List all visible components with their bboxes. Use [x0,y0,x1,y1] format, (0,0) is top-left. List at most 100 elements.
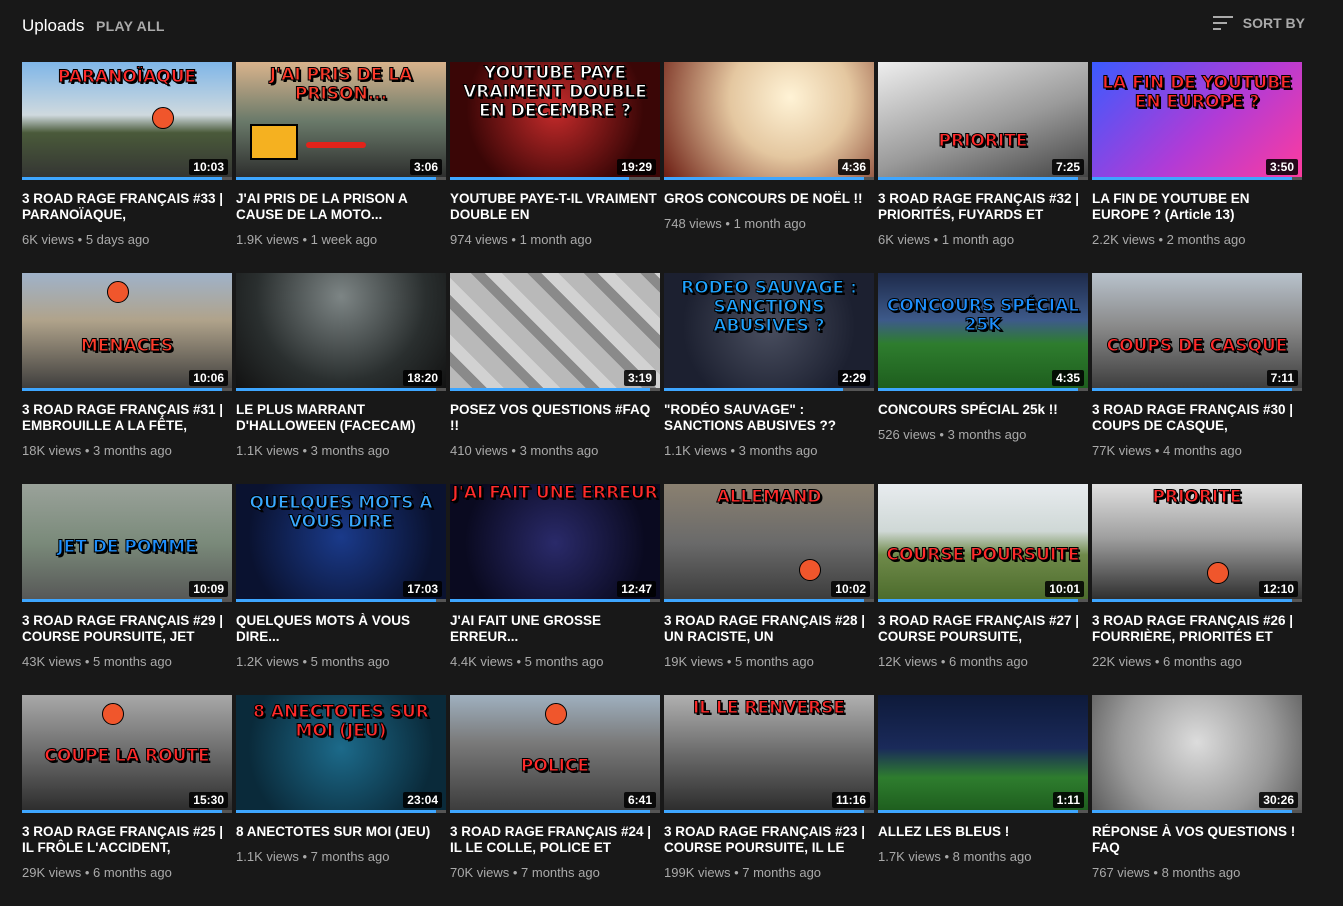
view-count: 70K views [450,865,510,880]
video-thumbnail[interactable]: COUPE LA ROUTE 15:30 [22,695,232,813]
watch-progress-fill [878,599,1078,602]
upload-age: 5 months ago [524,654,604,669]
upload-age: 3 months ago [947,427,1027,442]
watch-progress-bar [878,810,1088,813]
video-title[interactable]: J'AI FAIT UNE GROSSE ERREUR... [450,613,660,645]
video-card[interactable]: COUPS DE CASQUE 7:11 3 ROAD RAGE FRANÇAIS … [1092,273,1302,484]
upload-age: 3 months ago [93,443,172,458]
video-title[interactable]: J'AI PRIS DE LA PRISON A CAUSE DE LA MOT… [236,191,446,223]
video-thumbnail[interactable]: MENACES 10:06 [22,273,232,391]
video-card[interactable]: QUELQUES MOTS À VOUS DIRE 17:03 QUELQUES M… [236,484,446,695]
video-card[interactable]: RODEO SAUVAGE : SANCTIONS ABUSIVES ? 2:29… [664,273,874,484]
play-all-button[interactable]: PLAY ALL [96,18,165,34]
video-title[interactable]: CONCOURS SPÉCIAL 25k !! [878,402,1088,418]
video-card[interactable]: PARANOÏAQUE 10:03 3 ROAD RAGE FRANÇAIS #33… [22,62,232,273]
watch-progress-fill [878,388,1078,391]
video-card[interactable]: MENACES 10:06 3 ROAD RAGE FRANÇAIS #31 | E… [22,273,232,484]
video-thumbnail[interactable]: 8 ANECTOTES SUR MOI (JEU) 23:04 [236,695,446,813]
video-title[interactable]: 3 ROAD RAGE FRANÇAIS #30 | COUPS DE CASQ… [1092,402,1302,434]
watch-progress-fill [878,810,1078,813]
upload-age: 5 days ago [85,232,150,247]
video-title[interactable]: 8 ANECTOTES SUR MOI (JEU) [236,824,446,840]
video-thumbnail[interactable]: COURSE POURSUITE 10:01 [878,484,1088,602]
video-title[interactable]: 3 ROAD RAGE FRANÇAIS #25 | IL FRÔLE L'AC… [22,824,232,856]
separator-dot: • [298,443,311,458]
video-title[interactable]: 3 ROAD RAGE FRANÇAIS #23 | COURSE POURSU… [664,824,874,856]
video-thumbnail[interactable]: POLICE 6:41 [450,695,660,813]
view-count: 410 views [450,443,508,458]
sort-by-button[interactable]: SORT BY [1212,15,1305,31]
video-thumbnail[interactable]: 1:11 [878,695,1088,813]
video-card[interactable]: CONCOURS SPÉCIAL 25K 4:35 CONCOURS SPÉCIAL… [878,273,1088,484]
view-count: 1.1K views [236,849,299,864]
video-title[interactable]: LA FIN DE YOUTUBE EN EUROPE ? (Article 1… [1092,191,1302,223]
video-card[interactable]: LA FIN DE YOUTUBE EN EUROPE ? 3:50 LA FIN … [1092,62,1302,273]
view-count: 1.2K views [236,654,299,669]
video-thumbnail[interactable]: PRIORITE 7:25 [878,62,1088,180]
video-title[interactable]: "RODÉO SAUVAGE" : SANCTIONS ABUSIVES ?? [664,402,874,434]
video-title[interactable]: QUELQUES MOTS À VOUS DIRE... [236,613,446,645]
video-thumbnail[interactable]: J'AI PRIS DE LA PRISON... 3:06 [236,62,446,180]
video-thumbnail[interactable]: COUPS DE CASQUE 7:11 [1092,273,1302,391]
video-title[interactable]: 3 ROAD RAGE FRANÇAIS #26 | FOURRIÈRE, PR… [1092,613,1302,645]
video-card[interactable]: COURSE POURSUITE 10:01 3 ROAD RAGE FRANÇAI… [878,484,1088,695]
duration-badge: 12:10 [1259,581,1298,597]
video-card[interactable]: J'AI FAIT UNE ERREUR 12:47 J'AI FAIT UNE G… [450,484,660,695]
upload-age: 7 months ago [310,849,390,864]
video-title[interactable]: 3 ROAD RAGE FRANÇAIS #24 | IL LE COLLE, … [450,824,660,856]
video-card[interactable]: J'AI PRIS DE LA PRISON... 3:06 J'AI PRIS D… [236,62,446,273]
video-title[interactable]: 3 ROAD RAGE FRANÇAIS #27 | COURSE POURSU… [878,613,1088,645]
upload-age: 5 months ago [735,654,814,669]
video-card[interactable]: JET DE POMME 10:09 3 ROAD RAGE FRANÇAIS #2… [22,484,232,695]
video-thumbnail[interactable]: CONCOURS SPÉCIAL 25K 4:35 [878,273,1088,391]
video-thumbnail[interactable]: PARANOÏAQUE 10:03 [22,62,232,180]
view-count: 18K views [22,443,82,458]
video-thumbnail[interactable]: PRIORITE 12:10 [1092,484,1302,602]
video-card[interactable]: IL LE RENVERSE 11:16 3 ROAD RAGE FRANÇAIS … [664,695,874,906]
watch-progress-fill [664,177,864,180]
video-card[interactable]: 8 ANECTOTES SUR MOI (JEU) 23:04 8 ANECTOTE… [236,695,446,906]
video-card[interactable]: PRIORITE 12:10 3 ROAD RAGE FRANÇAIS #26 | … [1092,484,1302,695]
video-thumbnail[interactable]: ALLEMAND 10:02 [664,484,874,602]
video-card[interactable]: POLICE 6:41 3 ROAD RAGE FRANÇAIS #24 | IL … [450,695,660,906]
video-thumbnail[interactable]: RODEO SAUVAGE : SANCTIONS ABUSIVES ? 2:29 [664,273,874,391]
video-thumbnail[interactable]: IL LE RENVERSE 11:16 [664,695,874,813]
video-title[interactable]: 3 ROAD RAGE FRANÇAIS #33 | PARANOÏAQUE, [22,191,232,223]
video-card[interactable]: 18:20 LE PLUS MARRANT D'HALLOWEEN (FACECA… [236,273,446,484]
video-thumbnail[interactable]: 3:19 [450,273,660,391]
duration-badge: 30:26 [1259,792,1298,808]
video-title[interactable]: LE PLUS MARRANT D'HALLOWEEN (FACECAM) [236,402,446,434]
watch-progress-bar [664,388,874,391]
video-metadata: 2.2K views • 2 months ago [1092,232,1302,247]
video-title[interactable]: 3 ROAD RAGE FRANÇAIS #32 | PRIORITÉS, FU… [878,191,1088,223]
video-metadata: 22K views • 6 months ago [1092,654,1302,669]
video-card[interactable]: 30:26 RÉPONSE À VOS QUESTIONS ! FAQ 767 vi… [1092,695,1302,906]
video-metadata: 767 views • 8 months ago [1092,865,1302,880]
video-title[interactable]: ALLEZ LES BLEUS ! [878,824,1088,840]
video-card[interactable]: ALLEMAND 10:02 3 ROAD RAGE FRANÇAIS #28 | … [664,484,874,695]
video-card[interactable]: COUPE LA ROUTE 15:30 3 ROAD RAGE FRANÇAIS … [22,695,232,906]
video-title[interactable]: 3 ROAD RAGE FRANÇAIS #28 | UN RACISTE, U… [664,613,874,645]
video-thumbnail[interactable]: 4:36 [664,62,874,180]
video-thumbnail[interactable]: JET DE POMME 10:09 [22,484,232,602]
video-thumbnail[interactable]: QUELQUES MOTS À VOUS DIRE 17:03 [236,484,446,602]
video-thumbnail[interactable]: 30:26 [1092,695,1302,813]
video-thumbnail[interactable]: YOUTUBE PAYE VRAIMENT DOUBLE EN DECEMBRE… [450,62,660,180]
video-card[interactable]: 4:36 GROS CONCOURS DE NOËL !! 748 views • … [664,62,874,273]
watch-progress-bar [22,177,232,180]
video-card[interactable]: PRIORITE 7:25 3 ROAD RAGE FRANÇAIS #32 | P… [878,62,1088,273]
video-card[interactable]: YOUTUBE PAYE VRAIMENT DOUBLE EN DECEMBRE… [450,62,660,273]
video-card[interactable]: 3:19 POSEZ VOS QUESTIONS #FAQ !! 410 views… [450,273,660,484]
separator-dot: • [1151,443,1164,458]
video-title[interactable]: 3 ROAD RAGE FRANÇAIS #29 | COURSE POURSU… [22,613,232,645]
video-title[interactable]: 3 ROAD RAGE FRANÇAIS #31 | EMBROUILLE A … [22,402,232,434]
video-thumbnail[interactable]: J'AI FAIT UNE ERREUR 12:47 [450,484,660,602]
video-card[interactable]: 1:11 ALLEZ LES BLEUS ! 1.7K views • 8 mont… [878,695,1088,906]
video-thumbnail[interactable]: LA FIN DE YOUTUBE EN EUROPE ? 3:50 [1092,62,1302,180]
watch-progress-bar [450,388,660,391]
video-thumbnail[interactable]: 18:20 [236,273,446,391]
video-title[interactable]: YOUTUBE PAYE-T-IL VRAIMENT DOUBLE EN [450,191,660,223]
video-title[interactable]: POSEZ VOS QUESTIONS #FAQ !! [450,402,660,434]
video-title[interactable]: RÉPONSE À VOS QUESTIONS ! FAQ [1092,824,1302,856]
video-title[interactable]: GROS CONCOURS DE NOËL !! [664,191,874,207]
